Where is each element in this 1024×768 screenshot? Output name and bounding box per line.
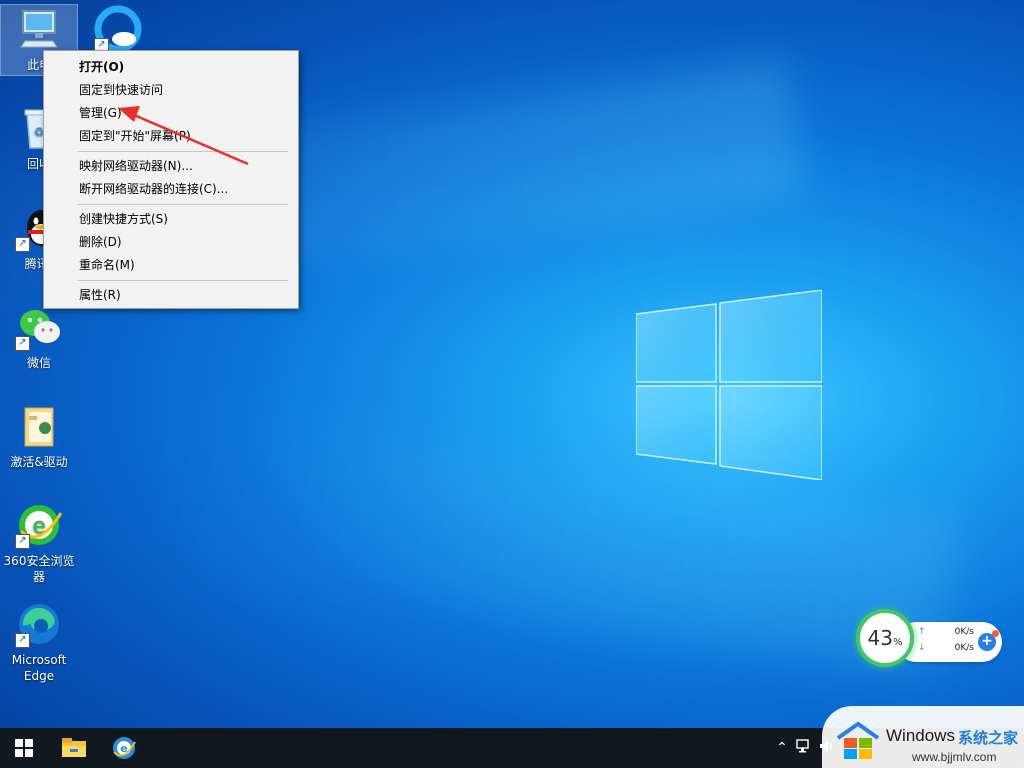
- shortcut-arrow-icon: ↗: [15, 534, 30, 549]
- download-arrow-icon: ↓: [918, 643, 926, 653]
- desktop-icon-label: 激活&驱动: [10, 455, 68, 469]
- add-icon[interactable]: +: [978, 630, 999, 651]
- watermark-brand: Windows: [886, 726, 955, 745]
- shortcut-arrow-icon: ↗: [15, 633, 30, 648]
- menu-item-disconnect-network-drive[interactable]: 断开网络驱动器的连接(C)...: [44, 178, 298, 201]
- light-beam: [142, 405, 958, 675]
- start-button[interactable]: [0, 728, 48, 768]
- menu-separator: [77, 280, 288, 281]
- taskbar-file-explorer[interactable]: [50, 728, 98, 768]
- file-explorer-icon: [62, 738, 86, 757]
- desktop-icon-label: Microsoft Edge: [11, 653, 67, 683]
- menu-item-pin-quick-access[interactable]: 固定到快速访问: [44, 79, 298, 102]
- desktop-icon-label: 360安全浏览器: [3, 554, 75, 584]
- watermark-url: www.bjjmlv.com: [912, 750, 997, 764]
- chevron-up-icon[interactable]: ⌃: [772, 740, 792, 756]
- 360-browser-icon: ↗: [94, 5, 142, 53]
- menu-item-rename[interactable]: 重命名(M): [44, 254, 298, 277]
- ie-browser-icon: e: [113, 737, 136, 759]
- desktop-icon-edge[interactable]: ↗ Microsoft Edge: [1, 600, 77, 684]
- memory-usage-ring: 43%: [856, 609, 914, 667]
- usage-percent: 43: [867, 626, 893, 650]
- wechat-icon: ↗: [15, 303, 63, 351]
- windows-start-icon: [15, 739, 33, 757]
- menu-separator: [77, 204, 288, 205]
- download-speed: 0K/s: [954, 643, 974, 653]
- windows-wallpaper-logo: [636, 290, 822, 480]
- usage-percent-unit: %: [892, 637, 903, 648]
- folder-icon: [15, 402, 63, 450]
- network-speed-widget[interactable]: 43% ↑ 0K/s ↓ 0K/s +: [856, 606, 1002, 676]
- shortcut-arrow-icon: ↗: [15, 237, 30, 252]
- 360-browser-icon: e ↗: [15, 501, 63, 549]
- desktop-icon-activation-folder[interactable]: 激活&驱动: [1, 402, 77, 470]
- menu-item-properties[interactable]: 属性(R): [44, 284, 298, 307]
- menu-item-map-network-drive[interactable]: 映射网络驱动器(N)...: [44, 155, 298, 178]
- edge-icon: ↗: [15, 600, 63, 648]
- notification-dot: [992, 630, 999, 637]
- menu-item-pin-start[interactable]: 固定到"开始"屏幕(P): [44, 125, 298, 148]
- menu-separator: [77, 151, 288, 152]
- this-pc-icon: [15, 5, 63, 53]
- menu-item-open[interactable]: 打开(O): [44, 56, 298, 79]
- upload-speed: 0K/s: [954, 627, 974, 637]
- watermark-brand-cn: 系统之家: [958, 729, 1019, 747]
- upload-arrow-icon: ↑: [918, 627, 926, 637]
- shortcut-arrow-icon: ↗: [15, 336, 30, 351]
- network-icon[interactable]: [792, 739, 816, 757]
- windows-logo-icon: [836, 721, 880, 759]
- desktop-icon-wechat[interactable]: ↗ 微信: [1, 303, 77, 371]
- desktop-icon-360-browser[interactable]: ↗: [80, 5, 156, 53]
- menu-item-manage[interactable]: 管理(G): [44, 102, 298, 125]
- context-menu: 打开(O) 固定到快速访问 管理(G) 固定到"开始"屏幕(P) 映射网络驱动器…: [43, 50, 299, 309]
- watermark: Windows 系统之家 www.bjjmlv.com: [822, 706, 1024, 768]
- menu-item-delete[interactable]: 删除(D): [44, 231, 298, 254]
- desktop-icon-360-safe-browser[interactable]: e ↗ 360安全浏览器: [1, 501, 77, 585]
- taskbar-ie-browser[interactable]: e: [100, 728, 148, 768]
- desktop-icon-label: 微信: [26, 356, 51, 370]
- menu-item-create-shortcut[interactable]: 创建快捷方式(S): [44, 208, 298, 231]
